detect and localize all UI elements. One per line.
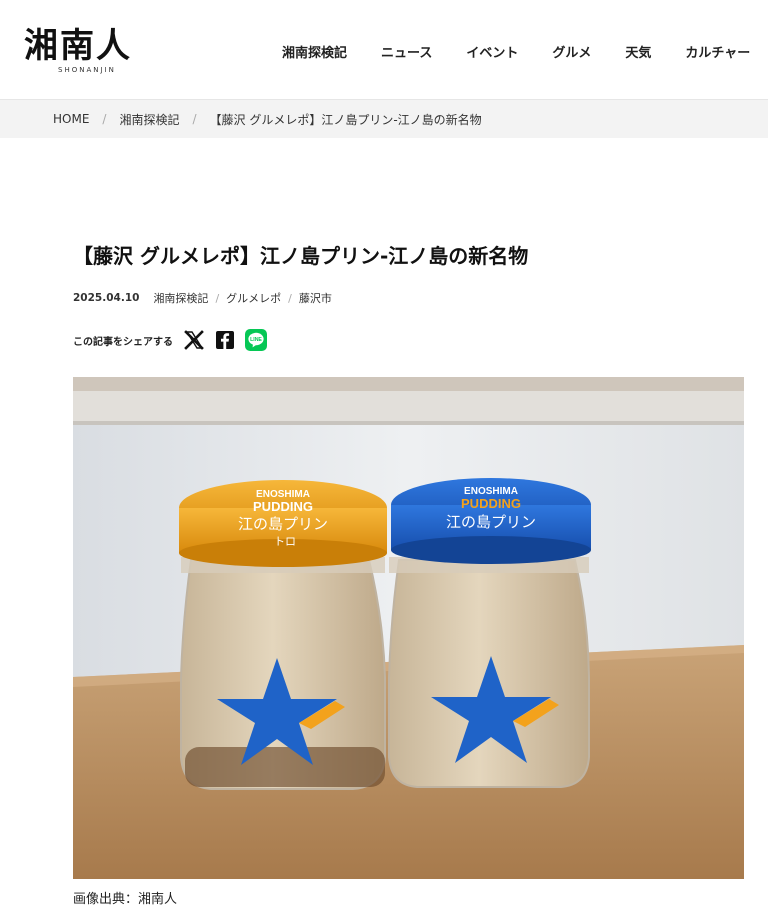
nav-item-event[interactable]: イベント [466,42,518,61]
line-icon[interactable]: LINE [245,329,267,351]
site-logo[interactable]: 湘南人 SHONANJIN [24,26,154,78]
nav-item-culture[interactable]: カルチャー [685,42,750,61]
nav-item-weather[interactable]: 天気 [625,42,651,61]
breadcrumb: HOME / 湘南探検記 / 【藤沢 グルメレポ】江ノ島プリン-江ノ島の新名物 [0,100,768,138]
breadcrumb-separator: / [192,112,197,126]
publish-date: 2025.04.10 [73,292,140,304]
article-title: 【藤沢 グルメレポ】江ノ島プリン-江ノ島の新名物 [73,244,529,268]
breadcrumb-separator: / [102,112,107,126]
share-bar: この記事をシェアする LINE [73,328,276,352]
nav-item-tanken[interactable]: 湘南探検記 [282,42,347,61]
jar-right-label: 江の島プリン [446,513,536,531]
category-link[interactable]: 湘南探検記 [153,290,208,306]
logo-subtext: SHONANJIN [58,66,116,74]
article-hero-image: ENOSHIMA PUDDING 江の島プリン トロ ENOSHIMA PUDD… [73,377,744,879]
nav-item-gourmet[interactable]: グルメ [552,42,591,61]
global-nav: 湘南探検記 ニュース イベント グルメ 天気 カルチャー [282,42,768,61]
x-icon[interactable] [183,329,205,351]
breadcrumb-current: 【藤沢 グルメレポ】江ノ島プリン-江ノ島の新名物 [209,112,482,127]
category-link[interactable]: 藤沢市 [299,290,332,306]
site-header: 湘南人 SHONANJIN 湘南探検記 ニュース イベント グルメ 天気 カルチ… [0,0,768,100]
pudding-jar-left: ENOSHIMA PUDDING 江の島プリン トロ [179,480,387,790]
nav-item-news[interactable]: ニュース [381,42,432,61]
breadcrumb-home[interactable]: HOME [53,112,89,126]
svg-text:LINE: LINE [250,337,262,343]
share-label: この記事をシェアする [73,336,173,348]
pudding-jar-right: ENOSHIMA PUDDING 江の島プリン [388,478,591,788]
meta-separator: / [288,291,292,305]
image-caption: 画像出典：湘南人 [73,892,178,907]
jar-left-sub: トロ [274,535,296,548]
meta-separator: / [215,291,220,305]
article-meta: 2025.04.10 湘南探検記 / グルメレポ / 藤沢市 [73,290,332,306]
jar-left-product: PUDDING [253,499,313,514]
jar-right-product: PUDDING [461,496,521,511]
breadcrumb-category[interactable]: 湘南探検記 [119,111,179,128]
facebook-icon[interactable] [214,329,236,351]
category-link[interactable]: グルメレポ [226,290,281,306]
logo-text: 湘南人 [24,26,132,66]
jar-left-label: 江の島プリン [238,515,328,533]
